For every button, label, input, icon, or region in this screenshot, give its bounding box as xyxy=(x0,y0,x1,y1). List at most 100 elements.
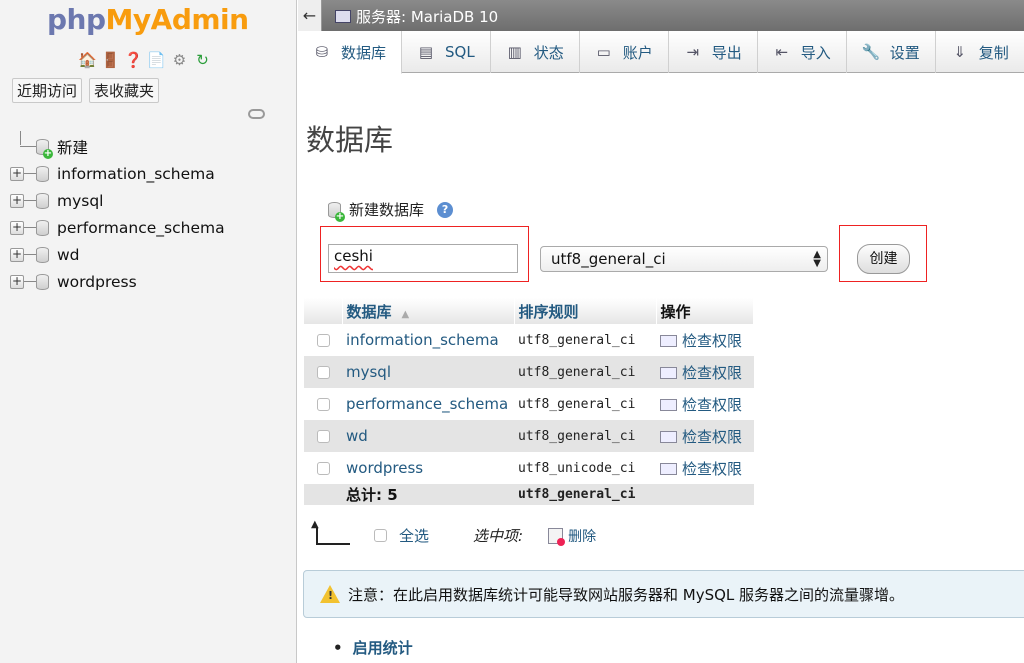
tab-replication[interactable]: ⇓ 复制 xyxy=(936,31,1024,73)
table-row: information_schema utf8_general_ci 检查权限 xyxy=(304,324,754,356)
expand-icon[interactable]: + xyxy=(10,166,24,181)
enable-statistics-link[interactable]: 启用统计 xyxy=(333,637,413,658)
check-privileges-link[interactable]: 检查权限 xyxy=(656,452,754,484)
tab-import[interactable]: ⇤ 导入 xyxy=(758,31,847,73)
tab-export[interactable]: ⇥ 导出 xyxy=(669,31,758,73)
privileges-icon xyxy=(660,431,677,443)
check-privileges-link[interactable]: 检查权限 xyxy=(656,356,754,388)
tree-item-mysql[interactable]: + mysql xyxy=(10,187,225,214)
navigation-sidebar: phpMyAdmin 🏠 🚪 ❓ 📄 ⚙ ↻ 近期访问 表收藏夹 新建 + in… xyxy=(0,0,297,663)
help-icon[interactable]: ❓ xyxy=(124,50,143,69)
favorite-tables-button[interactable]: 表收藏夹 xyxy=(89,78,160,103)
server-breadcrumb[interactable]: 服务器: MariaDB 10 xyxy=(335,6,498,27)
tree-item-wordpress[interactable]: + wordpress xyxy=(10,268,225,295)
tree-item-label: wordpress xyxy=(57,272,137,291)
check-privileges-link[interactable]: 检查权限 xyxy=(656,388,754,420)
collation-select[interactable]: utf8_general_ci ▲ ▼ xyxy=(540,246,828,272)
check-privileges-link[interactable]: 检查权限 xyxy=(656,324,754,356)
tree-item-label: wd xyxy=(57,245,80,264)
total-spacer xyxy=(304,484,342,505)
tree-item-wd[interactable]: + wd xyxy=(10,241,225,268)
server-name: 服务器: MariaDB 10 xyxy=(356,8,499,26)
tab-label: SQL xyxy=(445,43,475,61)
help-icon[interactable]: ? xyxy=(437,201,454,218)
privileges-icon xyxy=(660,367,677,379)
row-checkbox[interactable] xyxy=(316,366,330,379)
create-database-heading: 新建数据库 ? xyxy=(328,199,454,222)
tree-item-information-schema[interactable]: + information_schema xyxy=(10,160,225,187)
database-name-link[interactable]: information_schema xyxy=(342,324,514,356)
link-icon[interactable] xyxy=(248,109,265,119)
tree-connector xyxy=(24,254,36,255)
row-checkbox[interactable] xyxy=(316,334,330,347)
server-breadcrumb-bar: ← 服务器: MariaDB 10 xyxy=(298,0,1024,31)
tab-status[interactable]: ▥ 状态 xyxy=(491,31,580,73)
tree-item-performance-schema[interactable]: + performance_schema xyxy=(10,214,225,241)
bulk-actions-row: 全选 选中项: 删除 xyxy=(311,519,596,546)
gear-icon[interactable]: ⚙ xyxy=(170,50,189,69)
select-all-label[interactable]: 全选 xyxy=(399,525,429,546)
collation-selected-value: utf8_general_ci xyxy=(551,250,666,268)
table-row: mysql utf8_general_ci 检查权限 xyxy=(304,356,754,388)
create-button[interactable]: 创建 xyxy=(857,244,910,274)
sort-asc-icon: ▲ xyxy=(401,308,410,320)
database-name-input[interactable]: ceshi xyxy=(328,244,518,273)
row-checkbox[interactable] xyxy=(316,430,330,443)
database-name-link[interactable]: wd xyxy=(342,420,514,452)
tab-databases[interactable]: ⛁ 数据库 xyxy=(298,31,403,74)
action-label: 检查权限 xyxy=(682,427,743,446)
tree-connector xyxy=(24,227,36,228)
collation-cell: utf8_general_ci xyxy=(514,356,656,388)
recent-tables-button[interactable]: 近期访问 xyxy=(12,78,83,103)
check-privileges-link[interactable]: 检查权限 xyxy=(656,420,754,452)
with-selected-label: 选中项: xyxy=(473,527,524,545)
total-spacer xyxy=(656,484,754,505)
collapse-sidebar-button[interactable]: ← xyxy=(298,0,322,31)
table-row: wd utf8_general_ci 检查权限 xyxy=(304,420,754,452)
docs-icon[interactable]: 📄 xyxy=(147,50,166,69)
accounts-icon: ▭ xyxy=(596,43,611,61)
expand-icon[interactable]: + xyxy=(10,220,24,235)
expand-icon[interactable]: + xyxy=(10,193,24,208)
action-label: 检查权限 xyxy=(682,459,743,478)
warning-icon xyxy=(320,585,340,603)
database-icon xyxy=(36,219,49,236)
select-all-checkbox[interactable] xyxy=(374,529,387,542)
row-checkbox[interactable] xyxy=(316,462,330,475)
sort-by-database-link[interactable]: 数据库 xyxy=(347,303,392,321)
tree-connector xyxy=(20,131,21,145)
database-table: 数据库 ▲ 排序规则 操作 information_schema utf8_gen… xyxy=(304,298,754,505)
table-total-row: 总计: 5 utf8_general_ci xyxy=(304,484,754,505)
row-checkbox[interactable] xyxy=(316,398,330,411)
expand-icon[interactable]: + xyxy=(10,247,24,262)
tab-accounts[interactable]: ▭ 账户 xyxy=(580,31,669,73)
database-icon xyxy=(36,246,49,263)
drop-icon[interactable] xyxy=(548,527,566,546)
sort-by-collation-link[interactable]: 排序规则 xyxy=(519,303,579,321)
tree-item-label: mysql xyxy=(57,191,104,210)
notice-text: 注意：在此启用数据库统计可能导致网站服务器和 MySQL 服务器之间的流量骤增。 xyxy=(348,585,905,604)
database-tree: 新建 + information_schema + mysql + perfor… xyxy=(10,131,225,295)
tab-label: 导出 xyxy=(711,43,742,62)
reload-icon[interactable]: ↻ xyxy=(193,50,212,69)
total-label: 总计: 5 xyxy=(342,484,514,505)
home-icon[interactable]: 🏠 xyxy=(78,50,97,69)
logout-icon[interactable]: 🚪 xyxy=(101,50,120,69)
phpmyadmin-logo[interactable]: phpMyAdmin xyxy=(47,3,249,36)
new-database-icon xyxy=(36,138,53,159)
delete-selected-button[interactable]: 删除 xyxy=(568,526,596,546)
header-collation[interactable]: 排序规则 xyxy=(514,298,657,324)
import-icon: ⇤ xyxy=(775,43,789,61)
expand-icon[interactable]: + xyxy=(10,274,24,289)
privileges-icon xyxy=(660,399,677,411)
tab-label: 复制 xyxy=(978,43,1009,62)
new-database-icon xyxy=(328,201,345,222)
tab-settings[interactable]: 🔧 设置 xyxy=(847,31,936,73)
header-database[interactable]: 数据库 ▲ xyxy=(342,298,515,324)
database-name-link[interactable]: wordpress xyxy=(342,452,514,484)
page-title: 数据库 xyxy=(306,123,394,157)
database-name-link[interactable]: performance_schema xyxy=(342,388,514,420)
tab-sql[interactable]: ▤ SQL xyxy=(402,31,491,73)
database-name-link[interactable]: mysql xyxy=(342,356,514,388)
tree-item-new[interactable]: 新建 xyxy=(10,131,225,160)
